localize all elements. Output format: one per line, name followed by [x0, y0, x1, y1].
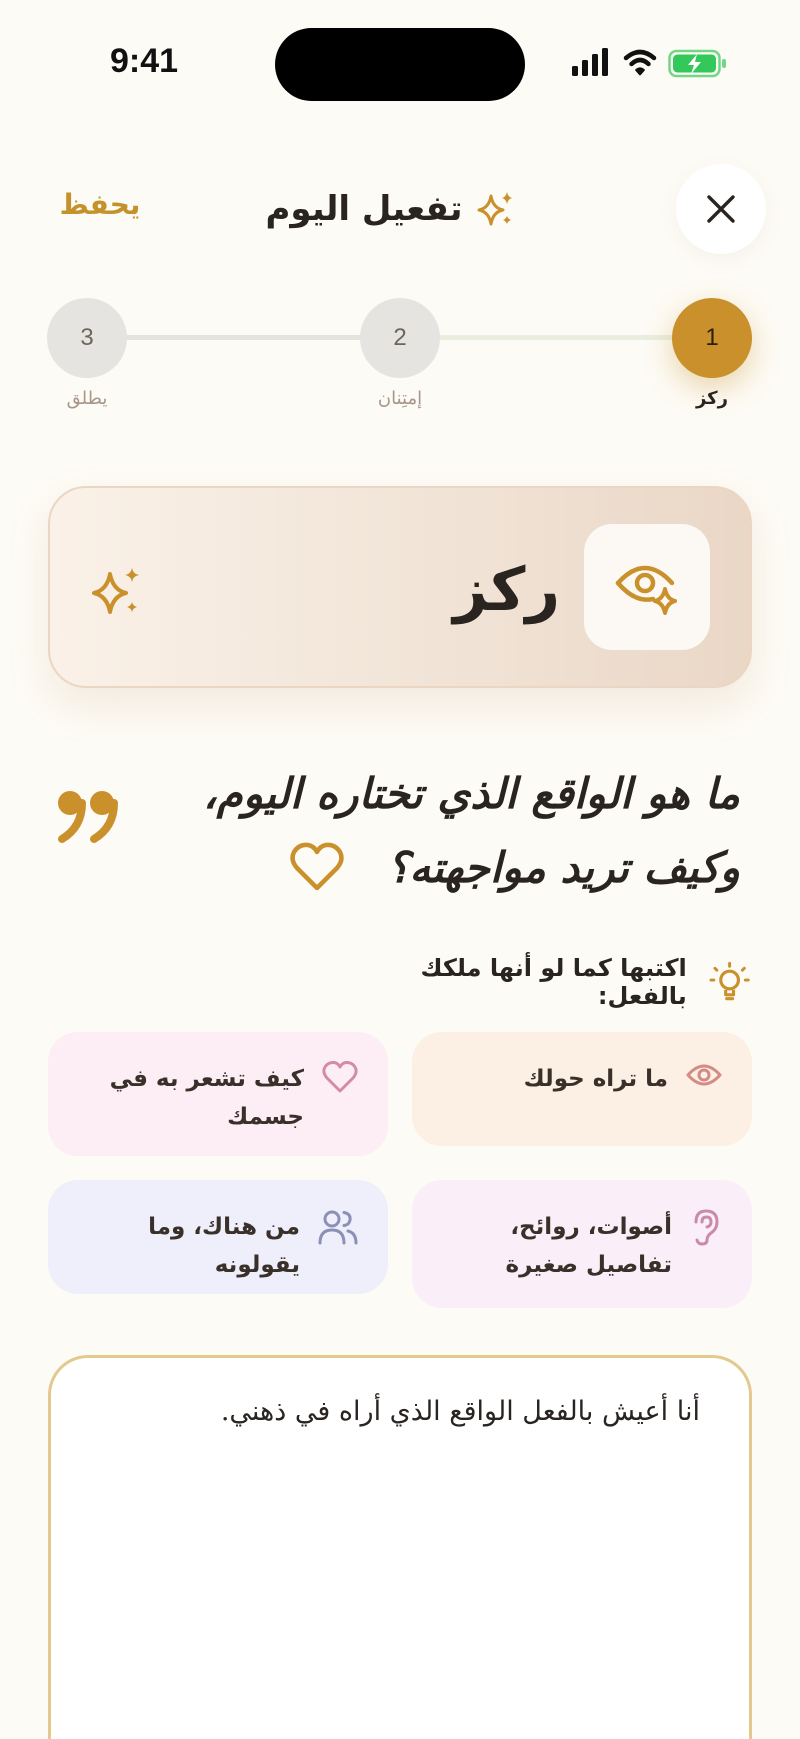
prompt-chip-hear[interactable]: أصوات، روائح، تفاصيل صغيرة — [412, 1180, 752, 1308]
hint-row: اكتبها كما لو أنها ملكك بالفعل: — [330, 954, 750, 1010]
focus-icon-box — [584, 524, 710, 650]
prompt-chip-label: من هناك، وما يقولونه — [148, 1214, 300, 1278]
eye-sparkle-icon — [615, 565, 677, 615]
prompt-chip-label: ما تراه حولك — [523, 1066, 668, 1092]
step-2[interactable]: 2 — [360, 298, 440, 378]
people-icon — [318, 1210, 358, 1245]
sparkle-icon — [92, 566, 142, 620]
journal-entry-text[interactable]: أنا أعيش بالفعل الواقع الذي أراه في ذهني… — [90, 1396, 700, 1427]
ear-icon — [694, 1209, 719, 1246]
prompt-chip-feel[interactable]: كيف تشعر به في جسمك — [48, 1032, 388, 1156]
save-button[interactable]: يحفظ — [50, 188, 150, 221]
heart-icon — [322, 1060, 358, 1093]
step-track-2-3 — [115, 335, 367, 340]
page-title-text: تفعيل اليوم — [265, 189, 463, 229]
question-text: ما هو الواقع الذي تختاره اليوم، وكيف تري… — [203, 769, 740, 892]
prompt-chip-label: أصوات، روائح، تفاصيل صغيرة — [505, 1214, 672, 1278]
quote-icon — [56, 760, 120, 843]
status-icons — [572, 46, 732, 78]
lightbulb-icon — [709, 961, 750, 1001]
prompt-chip-people[interactable]: من هناك، وما يقولونه — [48, 1180, 388, 1294]
close-button[interactable] — [676, 164, 766, 254]
eye-icon — [686, 1064, 722, 1086]
dynamic-island — [275, 28, 525, 101]
step-3-label: يطلق — [66, 388, 108, 409]
step-1[interactable]: 1 — [672, 298, 752, 378]
hint-text: اكتبها كما لو أنها ملكك بالفعل: — [420, 954, 687, 1010]
wifi-icon — [623, 49, 657, 76]
close-icon — [707, 195, 735, 223]
step-2-label: إمتِنان — [377, 388, 423, 409]
signal-icon — [572, 48, 608, 76]
heart-icon — [290, 842, 344, 896]
step-1-label: ركز — [695, 388, 729, 409]
step-track-1-2 — [433, 335, 685, 340]
step-3[interactable]: 3 — [47, 298, 127, 378]
sparkle-icon — [477, 192, 512, 226]
focus-title: ركز — [453, 555, 560, 625]
status-time: 9:41 — [110, 42, 179, 80]
battery-charging-icon — [668, 49, 726, 78]
prompt-chip-label: كيف تشعر به في جسمك — [109, 1066, 304, 1130]
prompt-chip-see[interactable]: ما تراه حولك — [412, 1032, 752, 1146]
page-title: تفعيل اليوم — [240, 184, 540, 234]
